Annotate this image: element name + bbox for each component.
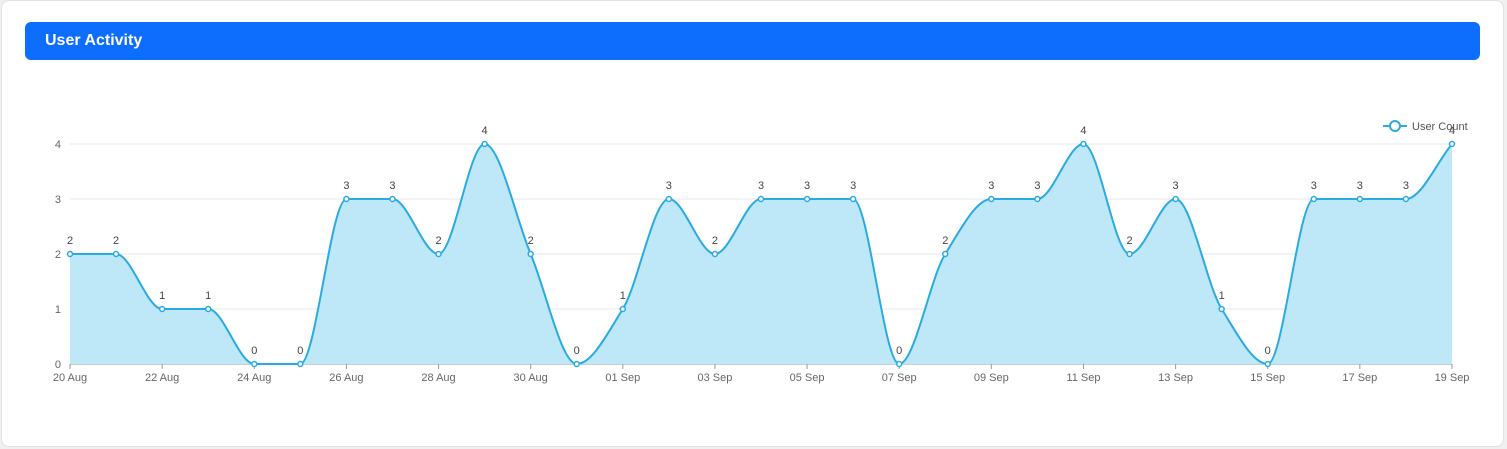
legend-marker-icon [1389, 120, 1401, 132]
data-label: 3 [1357, 180, 1363, 192]
data-point [481, 140, 488, 148]
x-tick-label: 09 Sep [974, 372, 1009, 384]
y-tick-label: 3 [55, 194, 61, 206]
x-tick-label: 24 Aug [237, 372, 271, 384]
legend-label: User Count [1412, 121, 1468, 133]
x-tick-label: 07 Sep [882, 372, 917, 384]
data-label: 0 [896, 345, 902, 357]
data-label: 2 [1126, 235, 1132, 247]
data-point [112, 250, 120, 258]
data-label: 2 [435, 235, 441, 247]
data-label: 2 [67, 235, 73, 247]
x-tick-label: 19 Sep [1435, 372, 1470, 384]
data-point [1264, 360, 1271, 368]
data-label: 1 [620, 290, 626, 302]
data-label: 3 [1403, 180, 1409, 192]
data-point [1448, 140, 1456, 148]
data-point [158, 305, 166, 313]
x-tick-label: 22 Aug [145, 372, 179, 384]
data-point [895, 360, 903, 368]
data-point [1034, 195, 1041, 203]
data-label: 0 [297, 345, 303, 357]
data-label: 1 [1219, 290, 1225, 302]
data-label: 3 [850, 180, 856, 192]
data-label: 3 [666, 180, 672, 192]
data-point [619, 305, 627, 313]
x-tick-label: 15 Sep [1250, 372, 1285, 384]
data-point [204, 305, 212, 313]
data-point [1172, 195, 1179, 203]
x-tick-label: 05 Sep [790, 372, 825, 384]
data-label: 3 [343, 180, 349, 192]
x-tick-label: 01 Sep [605, 372, 640, 384]
data-label: 2 [712, 235, 718, 247]
x-tick-label: 30 Aug [514, 372, 548, 384]
data-point [757, 195, 765, 203]
data-label: 4 [482, 125, 488, 137]
data-label: 1 [159, 290, 165, 302]
data-label: 0 [251, 345, 257, 357]
data-label: 3 [389, 180, 395, 192]
data-point [803, 195, 811, 203]
x-tick-label: 20 Aug [53, 372, 87, 384]
data-point [711, 250, 719, 258]
x-tick-label: 26 Aug [329, 372, 363, 384]
data-point [1218, 305, 1225, 313]
data-point [527, 250, 534, 258]
data-point [435, 250, 442, 258]
data-point [1126, 250, 1133, 258]
data-label: 0 [574, 345, 580, 357]
data-label: 4 [1080, 125, 1086, 137]
data-point [573, 360, 580, 368]
data-point [988, 195, 995, 203]
x-tick-label: 17 Sep [1342, 372, 1377, 384]
data-label: 1 [205, 290, 211, 302]
data-point [251, 360, 258, 368]
y-tick-label: 0 [55, 359, 61, 371]
x-tick-label: 13 Sep [1158, 372, 1193, 384]
data-label: 2 [942, 235, 948, 247]
data-point [942, 250, 949, 258]
data-label: 3 [1173, 180, 1179, 192]
data-label: 3 [758, 180, 764, 192]
user-activity-chart: 0 1 2 3 4 20 Aug 22 Aug 24 Aug 26 Aug 28 Aug 30 Au… [53, 120, 1470, 384]
data-label: 2 [528, 235, 534, 247]
y-tick-label: 1 [55, 304, 61, 316]
x-tick-label: 03 Sep [697, 372, 732, 384]
y-tick-label: 2 [55, 249, 61, 261]
data-point [343, 195, 350, 203]
data-point [1402, 195, 1410, 203]
data-point [849, 195, 857, 203]
data-point [66, 250, 74, 258]
data-point [389, 195, 396, 203]
data-label: 2 [113, 235, 119, 247]
y-tick-label: 4 [55, 139, 61, 151]
data-label: 3 [804, 180, 810, 192]
x-tick-label: 11 Sep [1066, 372, 1100, 384]
data-label: 0 [1265, 345, 1271, 357]
data-point [1080, 140, 1087, 148]
data-point [297, 360, 304, 368]
x-tick-label: 28 Aug [421, 372, 455, 384]
data-point [1356, 195, 1364, 203]
data-point [1310, 195, 1318, 203]
data-point [665, 195, 673, 203]
data-label: 3 [1034, 180, 1040, 192]
data-label: 3 [988, 180, 994, 192]
data-label: 3 [1311, 180, 1317, 192]
